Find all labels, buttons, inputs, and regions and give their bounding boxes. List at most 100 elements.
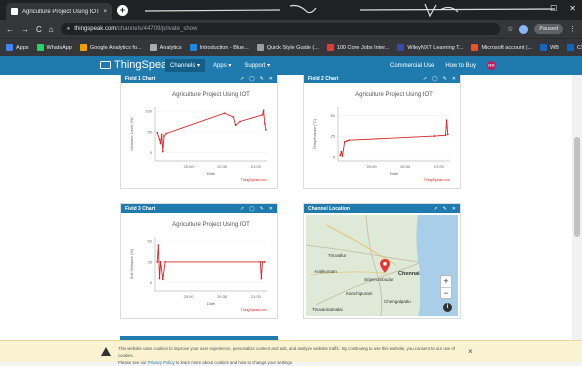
data-point[interactable] xyxy=(234,124,237,127)
data-point[interactable] xyxy=(160,133,163,136)
data-point[interactable] xyxy=(263,261,266,263)
data-point[interactable] xyxy=(165,132,168,135)
close-icon[interactable]: ✕ xyxy=(452,76,456,82)
comment-icon[interactable]: ◯ xyxy=(249,76,255,82)
nav-apps[interactable]: Apps ▾ xyxy=(208,59,236,72)
nav-support[interactable]: Support ▾ xyxy=(239,59,275,72)
comment-icon[interactable]: ◯ xyxy=(249,206,255,212)
edit-icon[interactable]: ✎ xyxy=(443,206,447,212)
zoom-in-button[interactable]: + xyxy=(441,276,451,287)
data-point[interactable] xyxy=(158,138,161,141)
close-window-icon[interactable]: ✕ xyxy=(569,4,576,13)
url-text: thingspeak.com/channels/44709/private_sh… xyxy=(74,26,197,32)
x-tick-label: 21:00 xyxy=(434,164,445,169)
data-point[interactable] xyxy=(446,133,449,136)
data-point[interactable] xyxy=(445,119,448,122)
bookmark-item[interactable]: Introduction - Blue... xyxy=(189,44,249,51)
forward-icon[interactable]: → xyxy=(21,25,29,34)
location-marker-icon[interactable] xyxy=(380,259,390,273)
bookmark-item[interactable]: WileyNXT Learning T... xyxy=(397,44,463,51)
series-line xyxy=(156,110,267,152)
data-point[interactable] xyxy=(339,154,342,157)
address-bar[interactable]: ● thingspeak.com/channels/44709/private_… xyxy=(60,23,501,35)
tab-close-icon[interactable]: × xyxy=(103,9,107,15)
data-point[interactable] xyxy=(433,135,436,137)
open-external-icon[interactable]: ↗ xyxy=(423,76,427,82)
data-point[interactable] xyxy=(259,261,262,263)
bookmark-item[interactable]: Microsoft account |... xyxy=(471,44,532,51)
data-point[interactable] xyxy=(156,261,159,263)
map-info-icon[interactable]: i xyxy=(443,303,452,312)
comment-icon[interactable]: ◯ xyxy=(432,76,438,82)
data-point[interactable] xyxy=(232,116,235,118)
edit-icon[interactable]: ✎ xyxy=(443,76,447,82)
location-map[interactable]: Tiruvallur Arakkonam Sriperumbudur Kanch… xyxy=(306,215,458,316)
data-point[interactable] xyxy=(157,244,160,247)
bookmark-item[interactable]: CSI Linkedin xyxy=(566,44,582,51)
bookmark-favicon-icon xyxy=(79,44,87,51)
x-tick-label: 20:00 xyxy=(184,294,195,299)
data-point[interactable] xyxy=(263,122,266,125)
data-point[interactable] xyxy=(341,155,344,157)
bookmark-star-icon[interactable]: ☆ xyxy=(507,25,513,33)
bookmark-item[interactable]: Quick Style Guide (... xyxy=(256,44,319,51)
bookmark-item[interactable]: WhatsApp xyxy=(36,44,72,51)
minimize-icon[interactable]: – xyxy=(534,4,538,13)
new-tab-button[interactable]: + xyxy=(117,5,128,16)
data-point[interactable] xyxy=(159,142,162,145)
browser-tab[interactable]: Agriculture Project Using IOT × xyxy=(6,3,112,20)
home-icon[interactable]: ⌂ xyxy=(49,25,54,34)
open-external-icon[interactable]: ↗ xyxy=(240,76,244,82)
bookmark-item[interactable]: Google Analytics fo... xyxy=(79,44,142,51)
scrollbar-thumb[interactable] xyxy=(574,137,580,237)
panel-title: Field 3 Chart xyxy=(125,205,156,212)
cookie-close-button[interactable]: × xyxy=(468,347,473,356)
data-point[interactable] xyxy=(159,261,162,263)
data-point[interactable] xyxy=(163,135,165,137)
privacy-policy-link[interactable]: Privacy Policy xyxy=(148,360,175,365)
bookmark-favicon-icon xyxy=(326,44,334,51)
zoom-out-button[interactable]: − xyxy=(441,287,451,298)
user-avatar[interactable]: RR xyxy=(487,61,497,70)
data-point[interactable] xyxy=(348,139,351,142)
data-point[interactable] xyxy=(261,113,264,116)
browser-menu-icon[interactable]: ⋮ xyxy=(569,25,576,33)
bookmark-item[interactable]: 100 Core Jobs Inter... xyxy=(326,44,389,51)
data-point[interactable] xyxy=(158,277,161,280)
data-point[interactable] xyxy=(156,131,159,134)
data-point[interactable] xyxy=(161,150,164,153)
data-point[interactable] xyxy=(264,128,267,131)
page-scrollbar[interactable] xyxy=(572,75,582,340)
nav-commercial-use[interactable]: Commercial Use xyxy=(390,63,434,69)
back-icon[interactable]: ← xyxy=(6,25,14,34)
profile-paused-button[interactable]: Paused xyxy=(534,24,563,34)
extension-icon[interactable] xyxy=(519,24,529,34)
data-point[interactable] xyxy=(340,150,343,153)
nav-channels[interactable]: Channels ▾ xyxy=(165,59,206,72)
map-label-chennai: Chennai xyxy=(398,271,420,277)
data-point[interactable] xyxy=(343,140,346,143)
close-icon[interactable]: ✕ xyxy=(269,76,273,82)
data-point[interactable] xyxy=(346,140,348,142)
data-point[interactable] xyxy=(223,112,226,115)
data-point[interactable] xyxy=(444,134,447,137)
open-external-icon[interactable]: ↗ xyxy=(240,206,244,212)
nav-how-to-buy[interactable]: How to Buy xyxy=(445,63,476,69)
x-tick-label: 20:00 xyxy=(184,164,195,169)
data-point[interactable] xyxy=(260,277,263,280)
data-point[interactable] xyxy=(161,278,164,281)
edit-icon[interactable]: ✎ xyxy=(260,206,264,212)
data-point[interactable] xyxy=(261,261,264,263)
data-point[interactable] xyxy=(239,120,242,123)
bookmark-item[interactable]: Analytics xyxy=(149,44,182,51)
bookmark-item[interactable]: WB xyxy=(540,44,559,51)
maximize-icon[interactable]: ☐ xyxy=(550,4,557,13)
edit-icon[interactable]: ✎ xyxy=(260,76,264,82)
open-external-icon[interactable]: ↗ xyxy=(433,206,437,212)
close-icon[interactable]: ✕ xyxy=(452,206,456,212)
close-icon[interactable]: ✕ xyxy=(269,206,273,212)
data-point[interactable] xyxy=(164,261,166,263)
bookmark-item[interactable]: Apps xyxy=(6,44,29,51)
reload-icon[interactable]: C xyxy=(36,25,42,34)
data-point[interactable] xyxy=(262,109,265,112)
